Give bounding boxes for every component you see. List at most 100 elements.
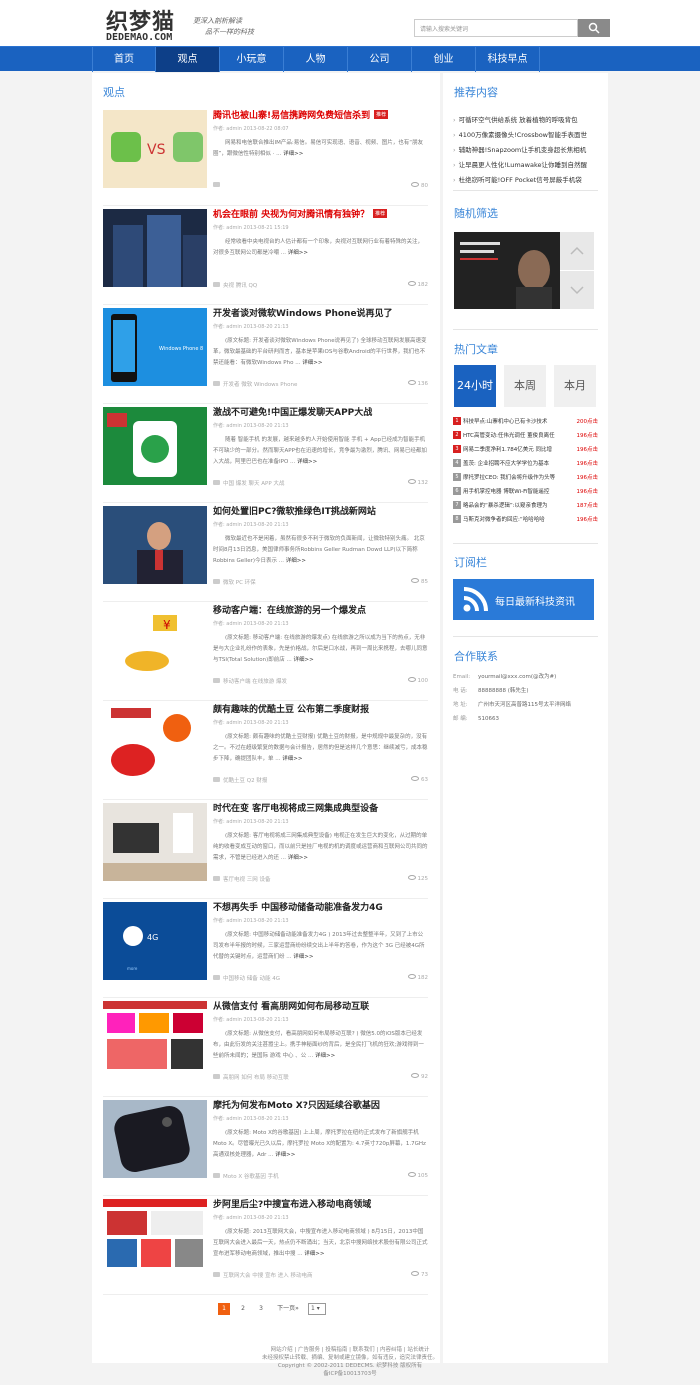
page-2[interactable]: 2	[238, 1303, 248, 1315]
article-item[interactable]: ¥ 移动客户端：在线旅游的另一个爆发点 作者: admin 2013-08-20 2…	[103, 605, 428, 701]
subscribe-button[interactable]: 每日最新科技资讯	[453, 579, 594, 620]
nav-item-home[interactable]: 首页	[92, 47, 156, 72]
next-page-link[interactable]: 下一页»	[274, 1303, 302, 1315]
article-thumbnail[interactable]	[103, 407, 207, 485]
article-tags-text[interactable]: 中国移动 储备 动能 4G	[223, 976, 280, 982]
article-thumbnail[interactable]: 4G more	[103, 902, 207, 980]
article-thumbnail[interactable]	[103, 506, 207, 584]
article-title[interactable]: 从微信支付 看高朋网如何布局移动互联	[213, 999, 428, 1012]
article-item[interactable]: VS 腾讯也被山寨!易信携跨网免费短信杀到 推荐 作者: admin 2013-08-…	[103, 110, 428, 206]
detail-link[interactable]: 详细>>	[283, 151, 303, 157]
tab-week[interactable]: 本周	[504, 365, 546, 407]
hot-article-row[interactable]: 2 HTC高管变动:任伟光调任 董俊良离任 196点击	[453, 430, 598, 443]
article-thumbnail[interactable]	[103, 803, 207, 881]
nav-item-tech-morning[interactable]: 科技早点	[476, 47, 540, 72]
site-logo[interactable]: 织梦猫 DEDEMAO.COM	[106, 4, 186, 44]
article-thumbnail[interactable]: ¥	[103, 605, 207, 683]
article-thumbnail[interactable]	[103, 1100, 207, 1178]
footer-links[interactable]: 网站介绍 | 广告服务 | 投稿指南 | 联系我们 | 内容纠错 | 站长统计	[0, 1346, 700, 1354]
article-thumbnail[interactable]	[103, 209, 207, 287]
hot-article-row[interactable]: 1 科技早点:山寨机中心已有卡沙技术 200点击	[453, 416, 598, 429]
article-tags-text[interactable]: 开发者 微软 Windows Phone	[223, 382, 297, 388]
article-title[interactable]: 腾讯也被山寨!易信携跨网免费短信杀到 推荐	[213, 108, 428, 121]
article-item[interactable]: 时代在变 客厅电视将成三网集成典型设备 作者: admin 2013-08-20 …	[103, 803, 428, 899]
article-item[interactable]: Windows Phone 8 开发者谈对微软Windows Phone说再见了作…	[103, 308, 428, 404]
detail-link[interactable]: 详细>>	[288, 855, 308, 861]
article-tags-text[interactable]: 央视 腾讯 QQ	[223, 283, 257, 289]
nav-item-gadgets[interactable]: 小玩意	[220, 47, 284, 72]
detail-link[interactable]: 详细>>	[315, 1053, 335, 1059]
article-title[interactable]: 开发者谈对微软Windows Phone说再见了	[213, 306, 428, 319]
detail-link[interactable]: 详细>>	[294, 657, 314, 663]
article-title[interactable]: 颇有趣味的优酷土豆 公布第二季度财报	[213, 702, 428, 715]
search-button[interactable]	[578, 19, 610, 37]
detail-link[interactable]: 详细>>	[304, 1251, 324, 1257]
hot-article-title[interactable]: HTC高管变动:任伟光调任 董俊良离任	[463, 430, 573, 443]
hot-article-title[interactable]: 马斯克对微争者的回应:“哈哈哈哈	[463, 514, 573, 527]
rec-item[interactable]: 可循环空气供给系统 放着植物的呼吸背包	[453, 114, 598, 124]
hot-article-title[interactable]: 用手机掌控电器 博联Wi-Fi智能遥控	[463, 486, 573, 499]
hot-article-title[interactable]: 摩托罗拉CEO: 我们会将升级作为头等	[463, 472, 573, 485]
search-input[interactable]: 请输入搜索关键词	[414, 19, 578, 37]
detail-link[interactable]: 详细>>	[302, 360, 322, 366]
scroll-up-button[interactable]	[560, 232, 594, 270]
article-thumbnail[interactable]	[103, 1001, 207, 1079]
article-tags-text[interactable]: 互联网大会 中搜 宣布 进入 移动电商	[223, 1273, 313, 1279]
article-item[interactable]: 从微信支付 看高朋网如何布局移动互联 作者: admin 2013-08-20 2…	[103, 1001, 428, 1097]
rec-item[interactable]: 杜绝窃听可能!OFF Pocket信号屏蔽手机袋	[453, 174, 598, 184]
tab-month[interactable]: 本月	[554, 365, 596, 407]
hot-article-title[interactable]: 科技早点:山寨机中心已有卡沙技术	[463, 416, 573, 429]
nav-item-company[interactable]: 公司	[348, 47, 412, 72]
detail-link[interactable]: 详细>>	[286, 558, 306, 564]
article-title[interactable]: 步阿里后尘?中搜宣布进入移动电商领域	[213, 1197, 428, 1210]
rec-item[interactable]: 让早晨更人性化!Lumawake让你睡到自然醒	[453, 159, 598, 169]
hot-article-row[interactable]: 8 马斯克对微争者的回应:“哈哈哈哈 196点击	[453, 514, 598, 527]
article-tags-text[interactable]: 移动客户端 在线旅游 爆发	[223, 679, 287, 685]
detail-link[interactable]: 详细>>	[282, 756, 302, 762]
article-tags-text[interactable]: 客厅电视 三网 设备	[223, 877, 271, 883]
article-thumbnail[interactable]	[103, 704, 207, 782]
page-1[interactable]: 1	[218, 1303, 230, 1315]
article-title[interactable]: 不想再失手 中国移动储备动能准备发力4G	[213, 900, 428, 913]
hot-article-row[interactable]: 4 盖茨: 企业招聘不应大学学位为基本 196点击	[453, 458, 598, 471]
article-thumbnail[interactable]	[103, 1199, 207, 1277]
nav-item-startup[interactable]: 创业	[412, 47, 476, 72]
article-tags-text[interactable]: Moto X 谷歌基因 手机	[223, 1174, 279, 1180]
rec-item[interactable]: 4100万像素摄像头!Crossbow智能手表面世	[453, 129, 598, 139]
hot-article-row[interactable]: 7 略品会的“暴杀逻辑”:以窥亲食理为 187点击	[453, 500, 598, 513]
article-item[interactable]: 4G more 不想再失手 中国移动储备动能准备发力4G 作者: admin 2013…	[103, 902, 428, 998]
detail-link[interactable]: 详细>>	[293, 954, 313, 960]
tab-24h[interactable]: 24小时	[454, 365, 496, 407]
article-title[interactable]: 摩托为何发布Moto X?只因延续谷歌基因	[213, 1098, 428, 1111]
article-thumbnail[interactable]: Windows Phone 8	[103, 308, 207, 386]
article-item[interactable]: 如何处置旧PC?微软推绿色IT挑战新网站 作者: admin 2013-08-20…	[103, 506, 428, 602]
nav-item-people[interactable]: 人物	[284, 47, 348, 72]
article-title[interactable]: 时代在变 客厅电视将成三网集成典型设备	[213, 801, 428, 814]
article-title[interactable]: 机会在眼前 央视为何对腾讯情有独钟？ 推荐	[213, 207, 428, 220]
article-item[interactable]: 颇有趣味的优酷土豆 公布第二季度财报 作者: admin 2013-08-20 2…	[103, 704, 428, 800]
article-thumbnail[interactable]: VS	[103, 110, 207, 188]
nav-item-viewpoint[interactable]: 观点	[156, 47, 220, 72]
random-image[interactable]	[454, 232, 560, 309]
hot-article-row[interactable]: 3 网易二季度净利1.784亿美元 同比增 196点击	[453, 444, 598, 457]
article-title[interactable]: 激战不可避免!中国正爆发聊天APP大战	[213, 405, 428, 418]
article-title[interactable]: 移动客户端：在线旅游的另一个爆发点	[213, 603, 428, 616]
hot-article-title[interactable]: 网易二季度净利1.784亿美元 同比增	[463, 444, 573, 457]
rec-item[interactable]: 辅助神器!Snapzoom让手机变身超长焦相机	[453, 144, 598, 154]
page-3[interactable]: 3	[256, 1303, 266, 1315]
detail-link[interactable]: 详细>>	[275, 1152, 295, 1158]
hot-article-title[interactable]: 略品会的“暴杀逻辑”:以窥亲食理为	[463, 500, 573, 513]
page-select[interactable]: 1 ▾	[308, 1303, 326, 1315]
article-tags-text[interactable]: 微软 PC 环保	[223, 580, 256, 586]
detail-link[interactable]: 详细>>	[288, 250, 308, 256]
article-item[interactable]: 激战不可避免!中国正爆发聊天APP大战 作者: admin 2013-08-20 …	[103, 407, 428, 503]
article-tags-text[interactable]: 优酷土豆 Q2 财报	[223, 778, 267, 784]
article-item[interactable]: 步阿里后尘?中搜宣布进入移动电商领域 作者: admin 2013-08-20 2…	[103, 1199, 428, 1295]
scroll-down-button[interactable]	[560, 271, 594, 309]
article-tags-text[interactable]: 高朋网 如何 布局 移动互联	[223, 1075, 289, 1081]
article-item[interactable]: 摩托为何发布Moto X?只因延续谷歌基因 作者: admin 2013-08-2…	[103, 1100, 428, 1196]
hot-article-row[interactable]: 6 用手机掌控电器 博联Wi-Fi智能遥控 196点击	[453, 486, 598, 499]
detail-link[interactable]: 详细>>	[297, 459, 317, 465]
article-title[interactable]: 如何处置旧PC?微软推绿色IT挑战新网站	[213, 504, 428, 517]
article-item[interactable]: 机会在眼前 央视为何对腾讯情有独钟？ 推荐 作者: admin 2013-08-21…	[103, 209, 428, 305]
